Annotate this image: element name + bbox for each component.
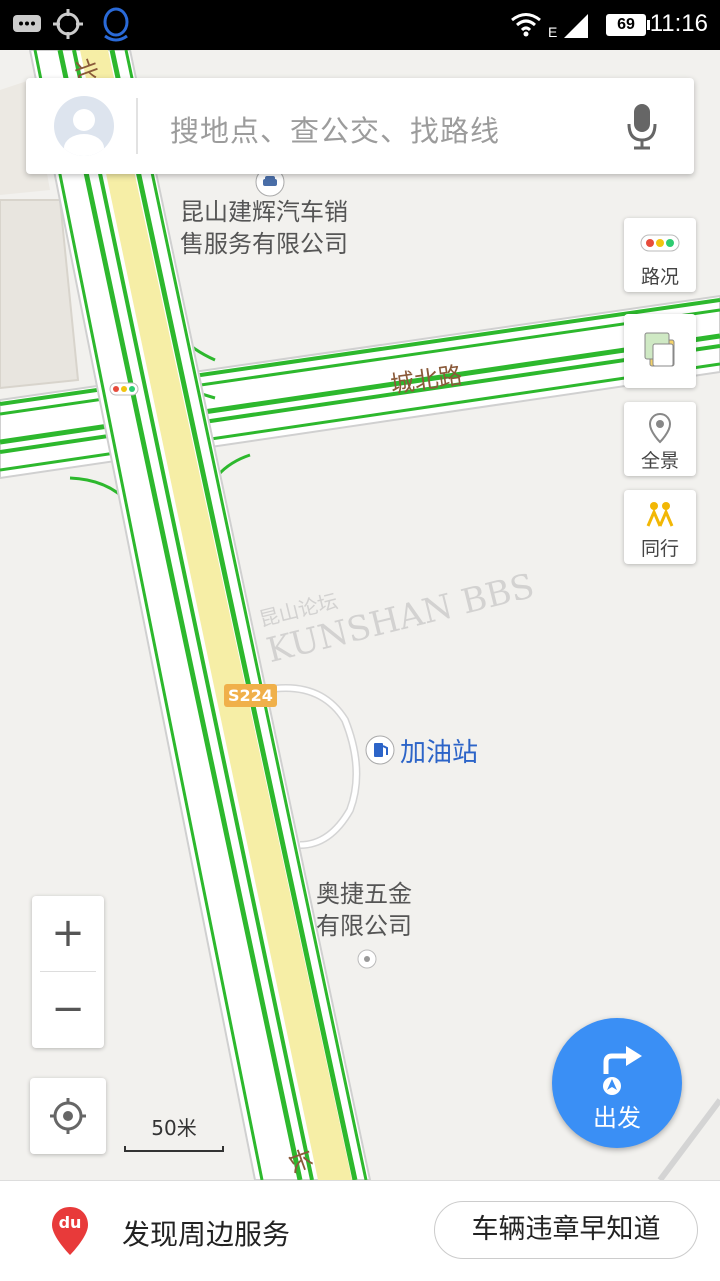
scale-label: 50米 — [151, 1116, 197, 1140]
bottom-bar: du 发现周边服务 车辆违章早知道 — [0, 1180, 720, 1281]
microphone-icon[interactable] — [626, 102, 658, 150]
status-bar: E 69 11:16 — [0, 0, 720, 50]
route-go-label: 出发 — [593, 1104, 641, 1132]
scale-bar — [124, 1146, 224, 1152]
search-bar[interactable]: 搜地点、查公交、找路线 — [26, 78, 694, 174]
road-shield-s224: S224 — [224, 684, 277, 707]
traffic-button[interactable]: 路况 — [624, 218, 696, 292]
route-go-button[interactable]: 出发 — [552, 1018, 682, 1148]
gps-icon — [53, 9, 83, 39]
pin-icon — [648, 412, 672, 444]
zoom-in-button[interactable]: + — [32, 896, 104, 971]
network-type: E — [548, 24, 558, 40]
crosshair-icon — [50, 1098, 86, 1134]
wifi-icon — [511, 13, 541, 37]
nearby-services-link[interactable]: 发现周边服务 — [122, 1213, 290, 1253]
layers-button[interactable] — [624, 314, 696, 388]
poi-car-dealer-line1: 昆山建辉汽车销 — [180, 198, 348, 226]
search-placeholder[interactable]: 搜地点、查公交、找路线 — [170, 108, 500, 150]
panorama-button[interactable]: 全景 — [624, 402, 696, 476]
violation-alert-button[interactable]: 车辆违章早知道 — [434, 1201, 698, 1259]
traffic-light-icon — [640, 234, 680, 252]
battery-indicator: 69 — [606, 14, 650, 36]
travel-together-label: 同行 — [640, 538, 679, 560]
map-scale: 50米 — [124, 1112, 224, 1152]
baidu-logo[interactable]: du — [50, 1205, 90, 1257]
qq-icon — [103, 7, 129, 42]
turn-arrow-icon — [603, 1046, 642, 1095]
poi-gas-station-label: 加油站 — [400, 738, 479, 768]
people-icon — [646, 502, 674, 527]
signal-icon — [564, 14, 588, 38]
person-icon — [64, 109, 104, 156]
logo-text: du — [58, 1213, 82, 1232]
poi-dot-icon — [357, 949, 377, 969]
locate-button[interactable] — [30, 1078, 106, 1154]
poi-hardware-line2: 有限公司 — [316, 912, 412, 940]
poi-car-dealer-line2: 售服务有限公司 — [180, 230, 348, 258]
poi-hardware-line1: 奥捷五金 — [316, 880, 412, 908]
clock: 11:16 — [649, 10, 708, 37]
gas-station-icon — [365, 735, 395, 765]
map-canvas[interactable]: 城北路 北 长 S224 昆山论坛 KUNSHAN BBS 昆山建辉汽车销 售服… — [0, 50, 720, 1180]
zoom-out-button[interactable]: − — [32, 972, 104, 1047]
zoom-control: + − — [32, 896, 104, 1048]
traffic-label: 路况 — [640, 266, 679, 288]
panorama-label: 全景 — [640, 450, 679, 472]
travel-together-button[interactable]: 同行 — [624, 490, 696, 564]
message-icon — [13, 15, 41, 32]
search-divider — [136, 98, 138, 154]
layers-icon — [644, 332, 675, 367]
user-avatar[interactable] — [54, 96, 114, 156]
